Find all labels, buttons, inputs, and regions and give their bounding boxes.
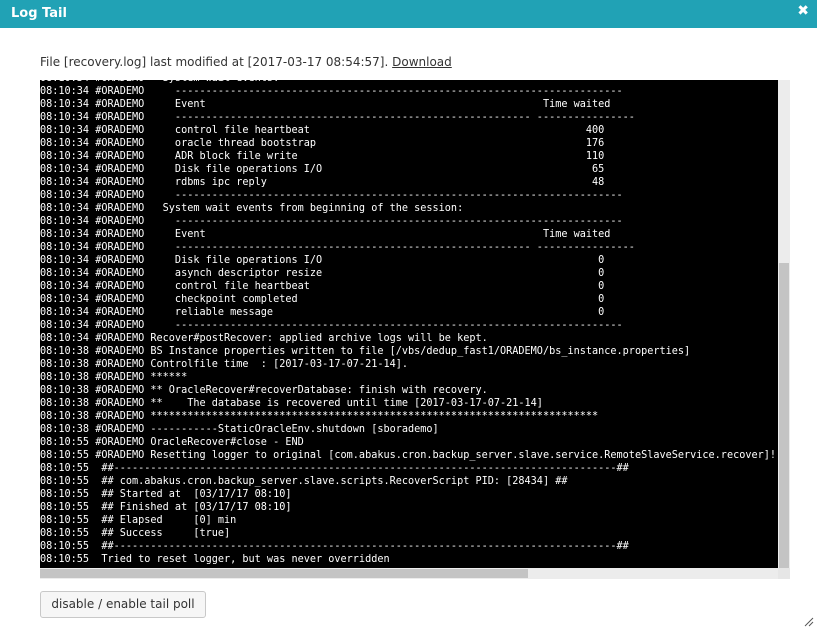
log-line: 08:10:34 #ORADEMO ----------------------…	[40, 86, 623, 97]
resize-grip-icon[interactable]	[804, 617, 814, 627]
log-line: 08:10:55 ## com.abakus.cron.backup_serve…	[40, 476, 568, 487]
log-line: 08:10:34 #ORADEMO ----------------------…	[40, 320, 623, 331]
log-line: 08:10:34 #ORADEMO control file heartbeat…	[40, 281, 605, 292]
log-terminal[interactable]: 08:10:34 #ORADEMO System wait events:08:…	[40, 80, 778, 568]
log-line: 08:10:34 #ORADEMO ----------------------…	[40, 112, 635, 123]
log-content: 08:10:34 #ORADEMO System wait events:08:…	[40, 80, 776, 566]
dialog-title: Log Tail	[11, 6, 67, 21]
download-link[interactable]: Download	[392, 55, 452, 69]
log-line: 08:10:55 ##-----------------------------…	[40, 541, 629, 552]
log-line: 08:10:55 Tried to reset logger, but was …	[40, 554, 390, 565]
log-line: 08:10:55 ## Elapsed [0] min	[40, 515, 237, 526]
log-line: 08:10:34 #ORADEMO oracle thread bootstra…	[40, 138, 605, 149]
vertical-scrollbar[interactable]	[778, 80, 790, 568]
log-line: 08:10:55 ## Started at [03/17/17 08:10]	[40, 489, 292, 500]
close-icon[interactable]: ✖	[797, 3, 809, 19]
log-line: 08:10:34 #ORADEMO ----------------------…	[40, 190, 623, 201]
log-line: 08:10:55 #ORADEMO OracleRecover#close - …	[40, 437, 304, 448]
log-line: 08:10:34 #ORADEMO System wait events fro…	[40, 203, 464, 214]
log-line: 08:10:38 #ORADEMO ******	[40, 372, 188, 383]
log-line: 08:10:38 #ORADEMO ** The database is rec…	[40, 398, 543, 409]
log-line: 08:10:55 #ORADEMO Resetting logger to or…	[40, 450, 777, 461]
log-line: 08:10:34 #ORADEMO ----------------------…	[40, 216, 623, 227]
log-line: 08:10:34 #ORADEMO Event Time waited	[40, 99, 611, 110]
log-line: 08:10:34 #ORADEMO Disk file operations I…	[40, 164, 605, 175]
log-line: 08:10:34 #ORADEMO Event Time waited	[40, 229, 611, 240]
log-line: 08:10:38 #ORADEMO -----------StaticOracl…	[40, 424, 439, 435]
log-line: 08:10:34 #ORADEMO rdbms ipc reply 48	[40, 177, 605, 188]
log-line: 08:10:34 #ORADEMO reliable message 0	[40, 307, 605, 318]
log-line: 08:10:34 #ORADEMO asynch descriptor resi…	[40, 268, 605, 279]
log-line: 08:10:55 ## Finished at [03/17/17 08:10]	[40, 502, 292, 513]
log-line: 08:10:34 #ORADEMO Disk file operations I…	[40, 255, 605, 266]
log-line: 08:10:34 #ORADEMO ADR block file write 1…	[40, 151, 605, 162]
log-line: 08:10:38 #ORADEMO BS Instance properties…	[40, 346, 691, 357]
toggle-tail-poll-button[interactable]: disable / enable tail poll	[40, 591, 206, 618]
log-line: 08:10:38 #ORADEMO **********************…	[40, 411, 599, 422]
log-line: 08:10:34 #ORADEMO control file heartbeat…	[40, 125, 605, 136]
horizontal-scrollbar-thumb[interactable]	[40, 569, 528, 578]
vertical-scrollbar-thumb[interactable]	[779, 263, 789, 568]
log-line: 08:10:34 #ORADEMO Recover#postRecover: a…	[40, 333, 488, 344]
log-line: 08:10:34 #ORADEMO ----------------------…	[40, 242, 635, 253]
file-info-text: File [recovery.log] last modified at [20…	[40, 55, 389, 69]
log-line: 08:10:38 #ORADEMO ** OracleRecover#recov…	[40, 385, 488, 396]
log-viewer: 08:10:34 #ORADEMO System wait events:08:…	[40, 80, 790, 579]
log-line: 08:10:55 ##-----------------------------…	[40, 463, 629, 474]
dialog-titlebar: Log Tail ✖	[0, 0, 817, 28]
horizontal-scrollbar[interactable]	[40, 568, 778, 579]
log-line: 08:10:34 #ORADEMO checkpoint completed 0	[40, 294, 605, 305]
log-line: 08:10:38 #ORADEMO Controlfile time : [20…	[40, 359, 409, 370]
file-info: File [recovery.log] last modified at [20…	[40, 55, 452, 69]
log-line: 08:10:55 ## Success [true]	[40, 528, 231, 539]
